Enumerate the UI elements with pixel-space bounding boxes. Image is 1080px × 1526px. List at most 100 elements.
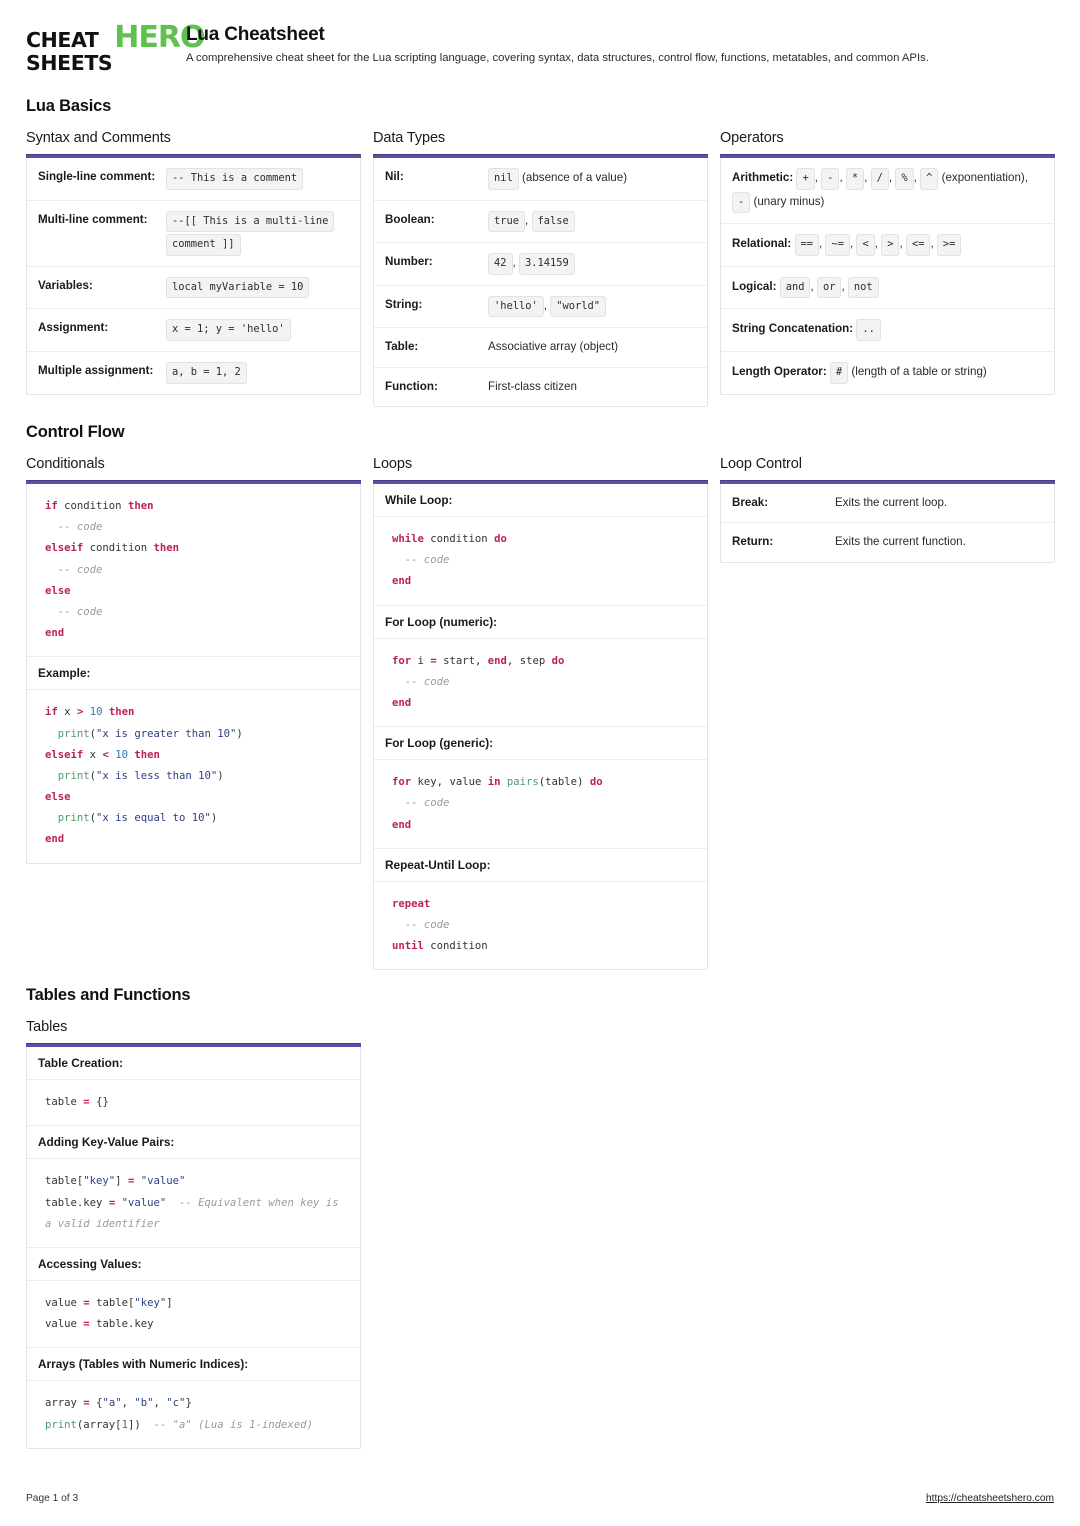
cheatsheetshero-logo: CHEAT SHEETS HERO (26, 22, 206, 75)
table-row: Function: First-class citizen (374, 368, 707, 406)
control-flow-columns: Conditionals if condition then -- code e… (26, 456, 1055, 971)
row-value: --[[ This is a multi-line comment ]] (166, 210, 349, 257)
column-loops: Loops While Loop: while condition do -- … (373, 456, 708, 971)
section-heading-lua-basics: Lua Basics (26, 97, 112, 115)
card-title-conditionals: Conditionals (26, 456, 105, 472)
table-row: Assignment: x = 1; y = 'hello' (27, 309, 360, 353)
code-block-conditionals-syntax: if condition then -- code elseif conditi… (27, 484, 360, 658)
card-title-operators: Operators (720, 130, 784, 146)
code-caption-for-generic: For Loop (generic): (374, 727, 707, 761)
page-subtitle: A comprehensive cheat sheet for the Lua … (186, 52, 929, 64)
table-row: Arithmetic: +, -, *, /, %, ^ (exponentia… (721, 158, 1054, 225)
code-chip: == (794, 234, 820, 256)
card-operators: Arithmetic: +, -, *, /, %, ^ (exponentia… (720, 158, 1055, 395)
code-chip: ^ (920, 168, 939, 190)
column-syntax-and-comments: Syntax and Comments Single-line comment:… (26, 130, 361, 395)
code-chip: and (779, 276, 811, 299)
row-value: true, false (488, 210, 696, 234)
row-value: -- This is a comment (166, 167, 349, 191)
row-value: String Concatenation: .. (732, 318, 1043, 342)
footer-website-link[interactable]: https://cheatsheetshero.com (926, 1493, 1054, 1504)
row-value: 42, 3.14159 (488, 252, 696, 276)
row-value: x = 1; y = 'hello' (166, 318, 349, 342)
code-chip: >= (936, 234, 962, 256)
row-label: Logical: (732, 279, 777, 293)
row-label: Boolean: (385, 212, 435, 226)
table-row: Break: Exits the current loop. (721, 484, 1054, 524)
tables-columns: Tables Table Creation: table = {} Adding… (26, 1019, 1054, 1449)
row-label: Assignment: (38, 321, 109, 335)
table-row: Table: Associative array (object) (374, 328, 707, 368)
table-row: Relational: ==, ~=, <, >, <=, >= (721, 224, 1054, 267)
code-chip: true (488, 210, 526, 233)
row-value: Length Operator: # (length of a table or… (732, 361, 1043, 385)
row-value: Arithmetic: +, -, *, /, %, ^ (exponentia… (732, 167, 1043, 214)
code-caption-arrays: Arrays (Tables with Numeric Indices): (27, 1348, 360, 1382)
code-chip: 3.14159 (518, 253, 575, 275)
table-row: Logical: and, or, not (721, 267, 1054, 310)
cheatsheet-page: CHEAT SHEETS HERO Lua Cheatsheet A compr… (0, 0, 1080, 1526)
row-value: Associative array (object) (488, 340, 619, 354)
code-chip: "world" (550, 295, 607, 318)
row-note: (length of a table or string) (851, 365, 987, 379)
code-block-for-generic: for key, value in pairs(table) do -- cod… (374, 760, 707, 849)
row-label: Multiple assignment: (38, 364, 154, 378)
card-title-tables: Tables (26, 1019, 68, 1036)
code-block-repeat-until: repeat -- code until condition (374, 881, 707, 970)
code-caption-while-loop: While Loop: (374, 484, 707, 517)
code-chip: .. (856, 319, 881, 342)
page-header: CHEAT SHEETS HERO Lua Cheatsheet A compr… (26, 22, 1054, 81)
code-block-table-adding: table["key"] = "value" table.key = "valu… (27, 1159, 360, 1248)
row-value: Exits the current loop. (835, 496, 948, 509)
row-label: Arithmetic: (732, 171, 794, 184)
code-chip: # (829, 362, 849, 384)
code-caption-for-numeric: For Loop (numeric): (374, 605, 707, 639)
card-title-loop-control: Loop Control (720, 456, 802, 472)
code-chip: % (895, 168, 914, 190)
footer-page-number: Page 1 of 3 (26, 1493, 79, 1504)
table-row: Length Operator: # (length of a table or… (721, 352, 1054, 394)
column-conditionals: Conditionals if condition then -- code e… (26, 456, 361, 864)
code-chip: 'hello' (488, 295, 544, 318)
code-block-while-loop: while condition do -- code end (374, 517, 707, 606)
code-chip: nil (488, 168, 519, 190)
table-row: Multiple assignment: a, b = 1, 2 (27, 352, 360, 394)
lua-basics-columns: Syntax and Comments Single-line comment:… (26, 130, 1055, 407)
code-chip: - (821, 168, 840, 190)
card-loop-control: Break: Exits the current loop. Return: E… (720, 484, 1055, 563)
column-loop-control: Loop Control Break: Exits the current lo… (720, 456, 1055, 563)
row-label: Relational: (732, 237, 792, 251)
code-caption-table-creation: Table Creation: (27, 1047, 360, 1081)
row-label: Variables: (38, 278, 93, 292)
code-chip: x = 1; y = 'hello' (166, 319, 291, 342)
code-chip: or (816, 276, 842, 299)
table-row: Nil: nil (absence of a value) (374, 158, 707, 201)
code-chip: < (856, 234, 875, 256)
code-chip: - (732, 191, 751, 214)
row-value: First-class citizen (488, 379, 577, 393)
card-title-data-types: Data Types (373, 130, 446, 146)
row-label: Length Operator: (732, 365, 827, 379)
code-chip: -- This is a comment (166, 168, 304, 190)
row-label: Break: (732, 496, 769, 509)
column-operators: Operators Arithmetic: +, -, *, /, %, ^ (… (720, 130, 1055, 395)
code-chip: + (796, 168, 815, 190)
row-value: nil (absence of a value) (488, 167, 696, 191)
table-row: Boolean: true, false (374, 201, 707, 244)
code-chip: a, b = 1, 2 (166, 362, 247, 384)
code-chip: ~= (825, 234, 850, 256)
code-chip: > (881, 234, 900, 256)
code-chip: false (531, 210, 575, 233)
row-value: local myVariable = 10 (166, 276, 349, 300)
code-chip: / (870, 168, 889, 190)
row-label: Nil: (385, 170, 404, 183)
logo-text-sheets: SHEETS (26, 50, 113, 75)
code-chip: not (847, 276, 879, 299)
table-row: Return: Exits the current function. (721, 523, 1054, 561)
card-data-types: Nil: nil (absence of a value) Boolean: t… (373, 158, 708, 407)
row-label: Multi-line comment: (38, 212, 148, 226)
code-block-table-arrays: array = {"a", "b", "c"} print(array[1]) … (27, 1381, 360, 1448)
row-label: String: (385, 297, 423, 311)
card-title-syntax-and-comments: Syntax and Comments (26, 130, 171, 146)
table-row: Number: 42, 3.14159 (374, 243, 707, 286)
